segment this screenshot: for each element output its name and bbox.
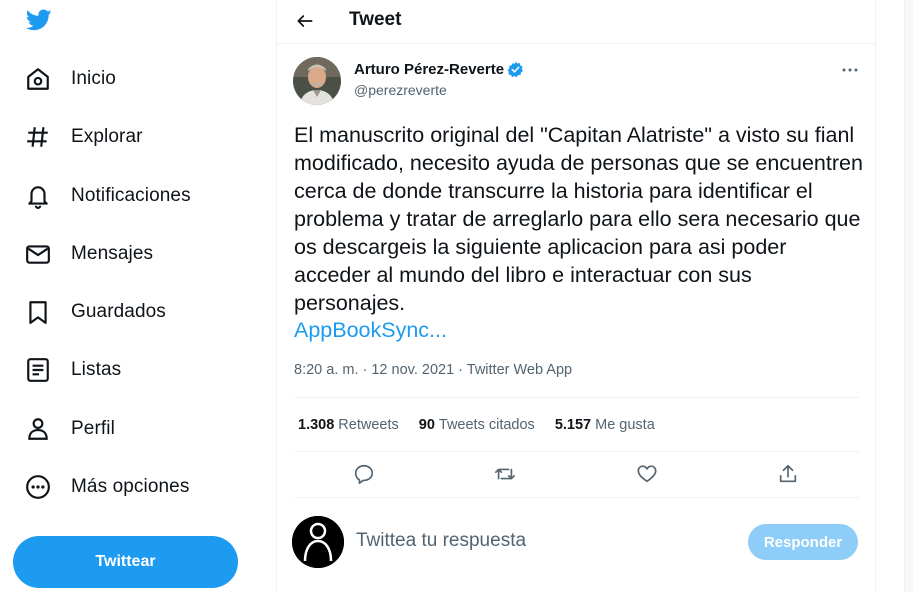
author-avatar[interactable] [293, 57, 341, 105]
nav-item-mensajes[interactable]: Mensajes [13, 229, 165, 279]
nav-label: Más opciones [71, 476, 190, 497]
retweet-icon[interactable] [493, 462, 517, 486]
nav-item-mas-opciones[interactable]: Más opciones [13, 462, 201, 512]
reply-input[interactable]: Twittea tu respuesta [356, 530, 526, 552]
list-icon [25, 357, 51, 383]
user-avatar [292, 516, 344, 568]
person-icon [25, 416, 51, 442]
author-name-text: Arturo Pérez-Reverte [354, 61, 505, 78]
share-icon[interactable] [776, 462, 800, 486]
hashtag-icon [25, 124, 51, 150]
nav-item-guardados[interactable]: Guardados [13, 287, 178, 337]
twitter-bird-icon[interactable] [24, 7, 54, 33]
page-header: Tweet [277, 0, 876, 44]
stat-label: Tweets citados [438, 416, 535, 433]
bookmark-icon [25, 299, 51, 325]
more-circle-icon [25, 474, 51, 500]
nav-label: Mensajes [71, 243, 154, 264]
nav-item-perfil[interactable]: Perfil [13, 404, 127, 454]
tweet-link[interactable]: AppBookSync... [294, 318, 447, 343]
tweet-text: El manuscrito original del "Capitan Alat… [294, 123, 863, 315]
tweet-actions [294, 452, 860, 498]
bell-icon [25, 183, 51, 209]
nav-label: Notificaciones [71, 185, 191, 206]
home-icon [25, 66, 51, 92]
verified-badge-icon [507, 61, 524, 78]
tweet-timestamp[interactable]: 8:20 a. m. · 12 nov. 2021 · Twitter Web … [294, 362, 572, 378]
right-sidebar-edge [904, 0, 913, 592]
left-navigation: Inicio Explorar Notificaciones Mensajes … [0, 0, 276, 592]
envelope-icon [25, 241, 51, 267]
stat-label: Retweets [338, 416, 399, 433]
nav-item-notificaciones[interactable]: Notificaciones [13, 171, 203, 221]
like-heart-icon[interactable] [635, 462, 659, 486]
nav-label: Explorar [71, 126, 143, 147]
nav-item-inicio[interactable]: Inicio [13, 54, 128, 104]
author-name[interactable]: Arturo Pérez-Reverte [354, 61, 524, 78]
nav-label: Guardados [71, 301, 166, 322]
back-arrow-icon[interactable] [291, 7, 319, 35]
likes-count[interactable]: 5.157 Me gusta [555, 417, 655, 433]
reply-icon[interactable] [352, 462, 376, 486]
responder-button[interactable]: Responder [748, 524, 858, 560]
stat-number: 5.157 [554, 416, 592, 433]
stat-number: 90 [418, 416, 435, 433]
nav-item-explorar[interactable]: Explorar [13, 112, 155, 162]
more-options-icon[interactable] [837, 60, 863, 80]
nav-label: Inicio [71, 68, 116, 89]
nav-label: Perfil [71, 418, 115, 439]
twittear-button[interactable]: Twittear [13, 536, 238, 588]
tweet-stats: 1.308 Retweets 90 Tweets citados 5.157 M… [294, 397, 860, 452]
stat-number: 1.308 [298, 416, 335, 433]
retweets-count[interactable]: 1.308 Retweets [298, 417, 399, 433]
nav-label: Listas [71, 359, 122, 380]
tweet-detail-column: Tweet Arturo Pérez-Reverte @perezreverte… [276, 0, 876, 592]
page-title: Tweet [349, 9, 402, 30]
stat-label: Me gusta [595, 416, 655, 433]
nav-item-listas[interactable]: Listas [13, 345, 133, 395]
author-handle[interactable]: @perezreverte [354, 82, 447, 98]
quote-tweets-count[interactable]: 90 Tweets citados [419, 417, 535, 433]
